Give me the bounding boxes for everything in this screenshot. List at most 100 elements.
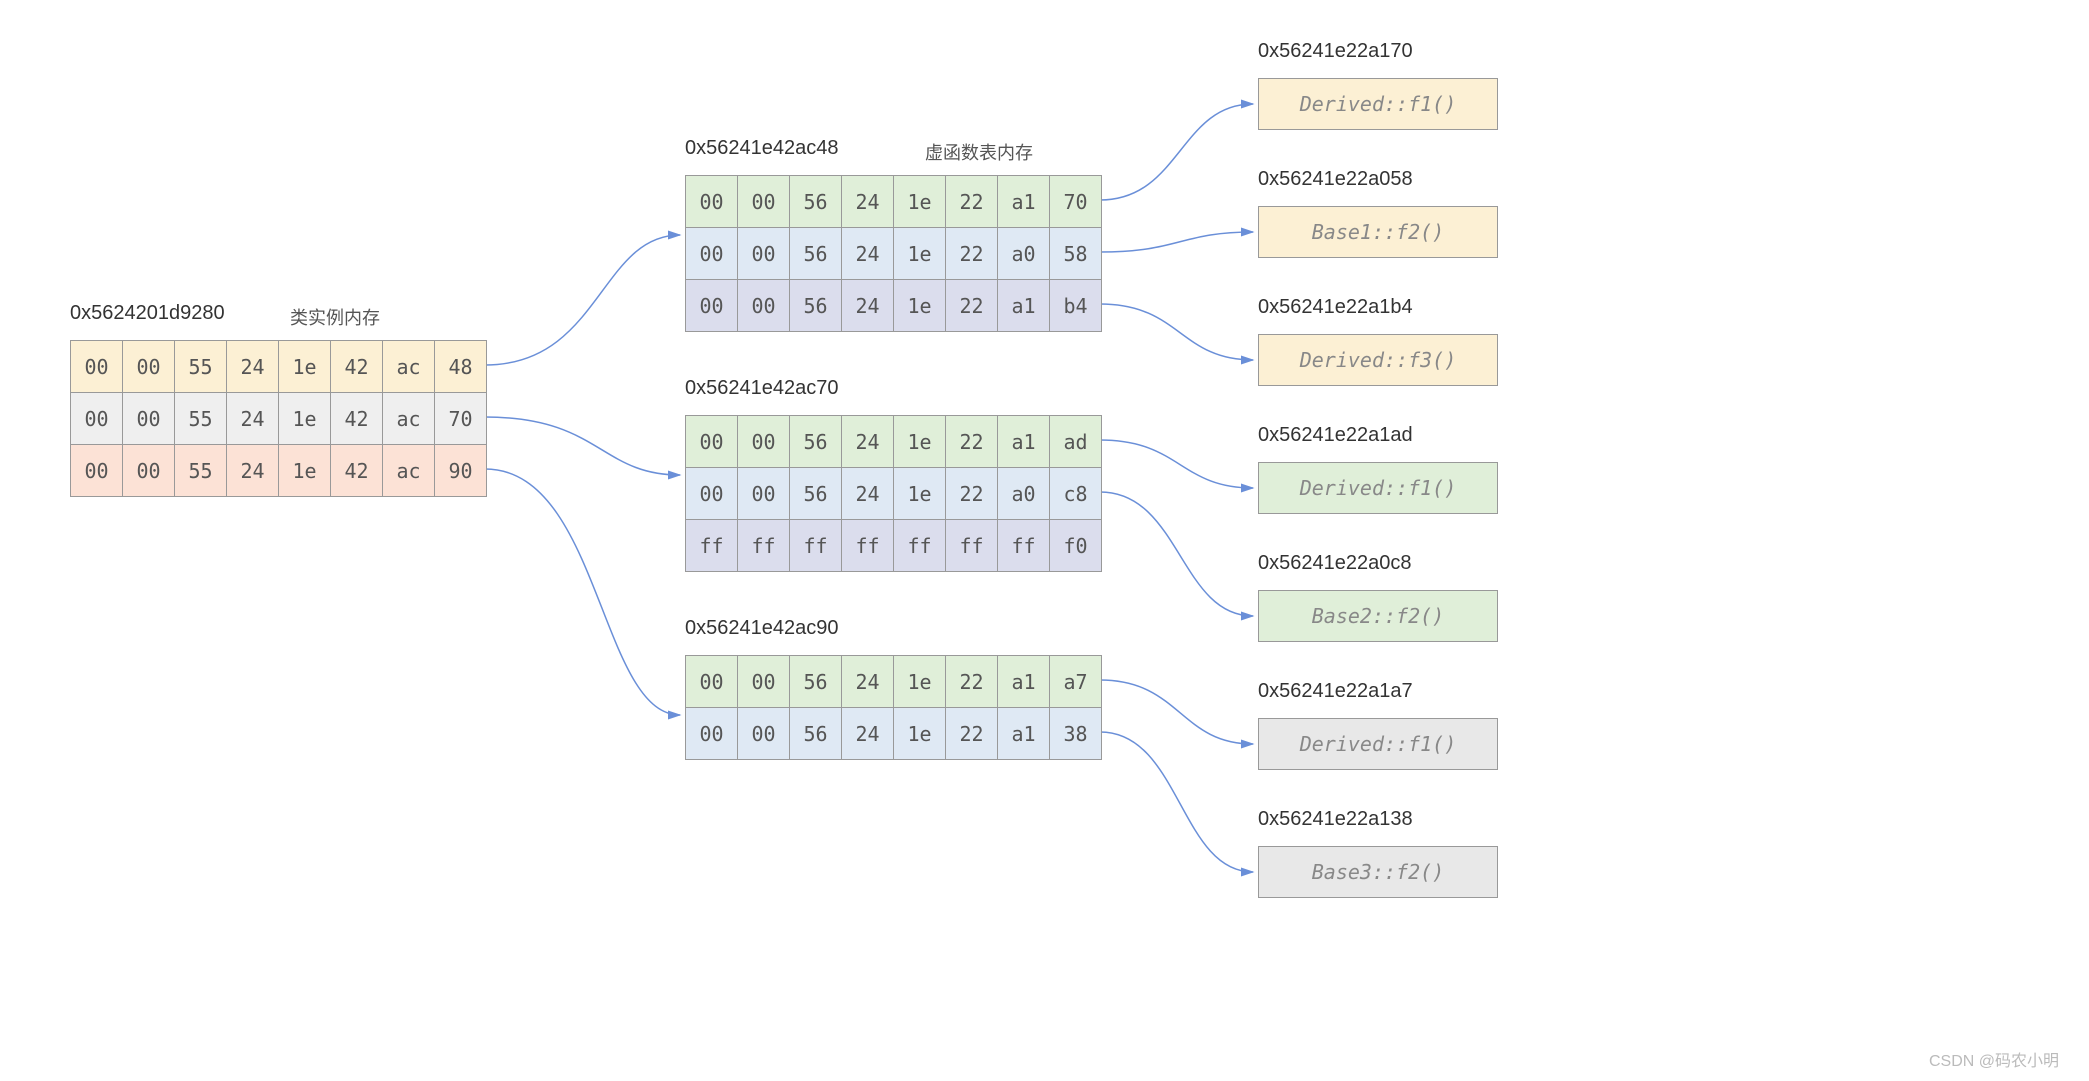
byte-cell: 70 <box>435 393 487 445</box>
function-address: 0x56241e22a138 <box>1258 808 1413 831</box>
byte-cell: 1e <box>894 416 946 468</box>
byte-cell: 1e <box>894 656 946 708</box>
byte-row: 000056241e22a1b4 <box>686 280 1102 332</box>
byte-row: 000056241e22a170 <box>686 176 1102 228</box>
byte-cell: 90 <box>435 445 487 497</box>
byte-cell: 24 <box>842 416 894 468</box>
byte-cell: 42 <box>331 341 383 393</box>
byte-cell: a1 <box>998 280 1050 332</box>
function-address: 0x56241e22a1a7 <box>1258 680 1413 703</box>
byte-row: 000056241e22a1a7 <box>686 656 1102 708</box>
vtable-0-table: 000056241e22a170000056241e22a05800005624… <box>685 175 1102 332</box>
byte-row: 000056241e22a058 <box>686 228 1102 280</box>
byte-cell: 24 <box>227 445 279 497</box>
function-box: Base2::f2() <box>1258 590 1498 642</box>
function-address: 0x56241e22a170 <box>1258 40 1413 63</box>
byte-cell: 00 <box>123 393 175 445</box>
byte-cell: 24 <box>842 708 894 760</box>
function-address: 0x56241e22a1ad <box>1258 424 1413 447</box>
byte-row: 000055241e42ac90 <box>71 445 487 497</box>
byte-cell: 70 <box>1050 176 1102 228</box>
byte-cell: ff <box>790 520 842 572</box>
function-address: 0x56241e22a1b4 <box>1258 296 1413 319</box>
byte-cell: 22 <box>946 280 998 332</box>
byte-cell: 00 <box>686 416 738 468</box>
byte-cell: 56 <box>790 468 842 520</box>
byte-cell: 24 <box>227 341 279 393</box>
byte-cell: a0 <box>998 468 1050 520</box>
byte-cell: 22 <box>946 176 998 228</box>
byte-cell: 1e <box>894 708 946 760</box>
byte-cell: 00 <box>686 656 738 708</box>
byte-cell: 00 <box>71 393 123 445</box>
byte-cell: 42 <box>331 393 383 445</box>
byte-cell: 22 <box>946 228 998 280</box>
byte-cell: 00 <box>71 445 123 497</box>
byte-row: 000055241e42ac48 <box>71 341 487 393</box>
byte-cell: 22 <box>946 656 998 708</box>
function-box: Base1::f2() <box>1258 206 1498 258</box>
byte-cell: 24 <box>842 228 894 280</box>
byte-cell: 56 <box>790 708 842 760</box>
byte-cell: ff <box>738 520 790 572</box>
vtable-1-address: 0x56241e42ac70 <box>685 377 838 400</box>
byte-cell: a1 <box>998 708 1050 760</box>
byte-cell: ff <box>686 520 738 572</box>
byte-cell: 00 <box>686 708 738 760</box>
byte-cell: 24 <box>227 393 279 445</box>
byte-cell: 55 <box>175 445 227 497</box>
byte-cell: a1 <box>998 656 1050 708</box>
byte-cell: 00 <box>738 656 790 708</box>
byte-cell: ad <box>1050 416 1102 468</box>
function-box: Base3::f2() <box>1258 846 1498 898</box>
byte-cell: 22 <box>946 416 998 468</box>
byte-cell: ff <box>894 520 946 572</box>
function-box: Derived::f1() <box>1258 78 1498 130</box>
byte-cell: 00 <box>738 468 790 520</box>
byte-cell: 38 <box>1050 708 1102 760</box>
byte-cell: 56 <box>790 416 842 468</box>
byte-row: 000056241e22a0c8 <box>686 468 1102 520</box>
byte-cell: 22 <box>946 708 998 760</box>
byte-cell: 00 <box>123 445 175 497</box>
byte-row: 000056241e22a138 <box>686 708 1102 760</box>
byte-cell: a1 <box>998 176 1050 228</box>
byte-cell: 58 <box>1050 228 1102 280</box>
byte-cell: ac <box>383 445 435 497</box>
byte-cell: b4 <box>1050 280 1102 332</box>
byte-cell: 48 <box>435 341 487 393</box>
byte-cell: 00 <box>123 341 175 393</box>
vtable-0-address: 0x56241e42ac48 <box>685 137 838 160</box>
vtables-label: 虚函数表内存 <box>925 139 1033 165</box>
byte-cell: 24 <box>842 656 894 708</box>
byte-cell: 22 <box>946 468 998 520</box>
byte-cell: 00 <box>738 228 790 280</box>
byte-row: fffffffffffffff0 <box>686 520 1102 572</box>
function-address: 0x56241e22a0c8 <box>1258 552 1411 575</box>
byte-cell: 56 <box>790 228 842 280</box>
byte-cell: 24 <box>842 280 894 332</box>
watermark: CSDN @码农小明 <box>1929 1047 2059 1071</box>
vtable-2-table: 000056241e22a1a7000056241e22a138 <box>685 655 1102 760</box>
byte-cell: ac <box>383 393 435 445</box>
byte-cell: ff <box>998 520 1050 572</box>
byte-cell: a7 <box>1050 656 1102 708</box>
byte-cell: 1e <box>894 280 946 332</box>
byte-cell: 56 <box>790 176 842 228</box>
function-box: Derived::f1() <box>1258 462 1498 514</box>
byte-cell: 00 <box>738 176 790 228</box>
byte-cell: 56 <box>790 656 842 708</box>
byte-cell: 00 <box>738 416 790 468</box>
byte-cell: ac <box>383 341 435 393</box>
byte-cell: 00 <box>686 228 738 280</box>
function-box: Derived::f1() <box>1258 718 1498 770</box>
instance-memory-table: 000055241e42ac48000055241e42ac7000005524… <box>70 340 487 497</box>
byte-cell: 1e <box>894 468 946 520</box>
byte-cell: 00 <box>71 341 123 393</box>
byte-cell: 00 <box>738 708 790 760</box>
byte-cell: 00 <box>738 280 790 332</box>
byte-cell: 1e <box>279 445 331 497</box>
vtable-2-address: 0x56241e42ac90 <box>685 617 838 640</box>
function-address: 0x56241e22a058 <box>1258 168 1413 191</box>
byte-cell: 1e <box>894 176 946 228</box>
